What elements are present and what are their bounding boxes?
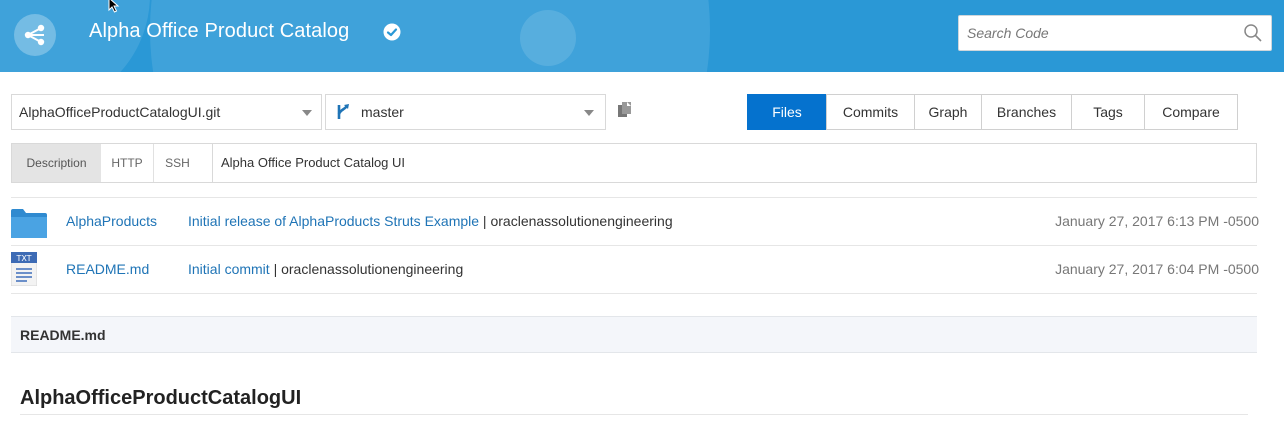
search-icon[interactable] (1243, 23, 1263, 43)
commit-message: Initial commit | oraclenassolutionengine… (188, 261, 464, 277)
copy-icon[interactable] (617, 101, 633, 119)
repo-view-tabs: Files Commits Graph Branches Tags Compar… (747, 94, 1238, 130)
commit-author: oraclenassolutionengineering (490, 213, 673, 229)
header-decoration (520, 10, 576, 66)
tab-branches[interactable]: Branches (981, 94, 1072, 130)
readme-heading: AlphaOfficeProductCatalogUI (20, 387, 302, 409)
tab-files[interactable]: Files (747, 94, 827, 130)
commit-message: Initial release of AlphaProducts Struts … (188, 213, 673, 229)
readme-header: README.md (11, 316, 1257, 353)
chevron-down-icon (302, 110, 312, 116)
search-input[interactable] (959, 16, 1229, 50)
branch-select[interactable]: master (325, 94, 606, 130)
app-header: Alpha Office Product Catalog (0, 0, 1284, 72)
tab-compare[interactable]: Compare (1144, 94, 1238, 130)
txt-file-icon: TXT (11, 252, 37, 286)
tab-tags[interactable]: Tags (1071, 94, 1145, 130)
check-circle-icon[interactable] (383, 23, 401, 41)
file-list: AlphaProducts Initial release of AlphaPr… (11, 197, 1259, 294)
tab-graph[interactable]: Graph (914, 94, 982, 130)
txt-file-icon-label: TXT (15, 254, 31, 263)
commit-message-link[interactable]: Initial release of AlphaProducts Struts … (188, 213, 479, 229)
file-name-link[interactable]: AlphaProducts (66, 213, 157, 229)
commit-author: oraclenassolutionengineering (281, 261, 464, 277)
repo-description-bar: Description HTTP SSH Alpha Office Produc… (11, 143, 1257, 183)
mouse-cursor-icon (108, 0, 120, 13)
tab-commits[interactable]: Commits (826, 94, 915, 130)
chevron-down-icon (584, 110, 594, 116)
file-row: AlphaProducts Initial release of AlphaPr… (11, 198, 1259, 246)
project-title[interactable]: Alpha Office Product Catalog (89, 20, 349, 43)
file-row: TXT README.md Initial commit | oraclenas… (11, 246, 1259, 294)
repo-description-text: Alpha Office Product Catalog UI (212, 144, 1257, 182)
readme-divider (20, 414, 1248, 415)
commit-date: January 27, 2017 6:04 PM -0500 (1055, 261, 1259, 277)
app-logo-icon[interactable] (14, 14, 56, 56)
branch-icon (337, 104, 349, 119)
file-name-link[interactable]: README.md (66, 261, 149, 277)
repository-select-value: AlphaOfficeProductCatalogUI.git (19, 104, 221, 120)
tab-ssh[interactable]: SSH (153, 144, 201, 182)
search-box[interactable] (958, 15, 1272, 51)
repository-select[interactable]: AlphaOfficeProductCatalogUI.git (11, 94, 322, 130)
commit-message-link[interactable]: Initial commit (188, 261, 270, 277)
branch-select-value: master (361, 104, 404, 120)
commit-date: January 27, 2017 6:13 PM -0500 (1055, 213, 1259, 229)
tab-description[interactable]: Description (12, 144, 101, 182)
tab-http[interactable]: HTTP (101, 144, 153, 182)
readme-filename: README.md (20, 327, 106, 343)
folder-icon (11, 209, 47, 238)
